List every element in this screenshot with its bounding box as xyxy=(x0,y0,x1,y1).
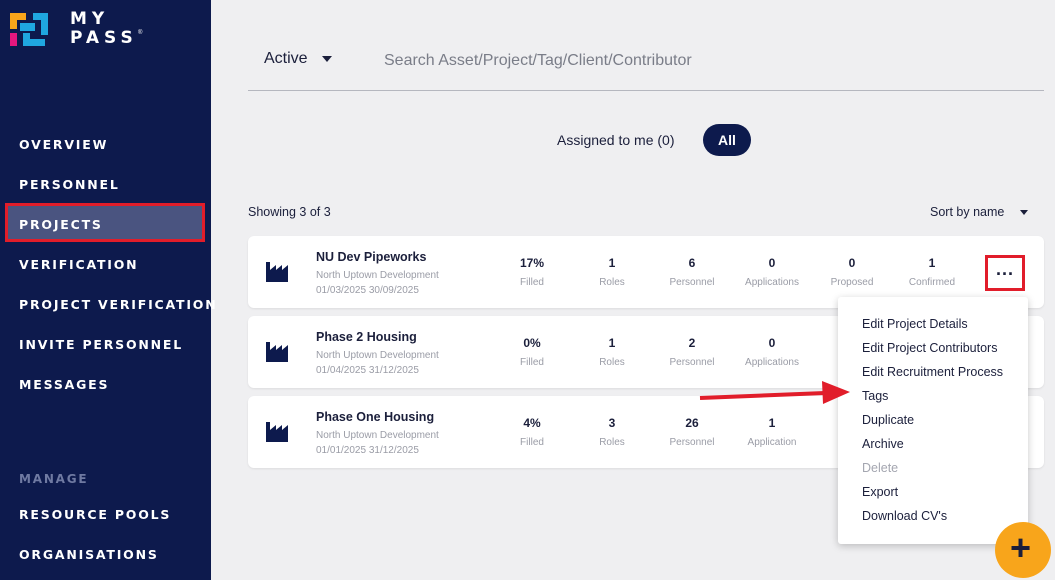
search-input[interactable] xyxy=(384,46,1024,76)
add-project-fab[interactable]: + xyxy=(995,522,1051,578)
project-name: Phase One Housing xyxy=(316,410,435,424)
all-toggle-button[interactable]: All xyxy=(703,124,751,156)
menu-item-edit-recruitment-process[interactable]: Edit Recruitment Process xyxy=(862,365,1003,379)
sidebar-item-invite-personnel[interactable]: INVITE PERSONNEL xyxy=(19,337,183,352)
stat-applications: 0 Applications xyxy=(745,256,799,288)
ellipsis-icon: ... xyxy=(995,259,1014,279)
project-name: NU Dev Pipeworks xyxy=(316,250,427,264)
sidebar-item-resource-pools[interactable]: RESOURCE POOLS xyxy=(19,507,171,522)
registered-mark: ® xyxy=(138,30,143,36)
menu-item-archive[interactable]: Archive xyxy=(862,437,904,451)
project-dates: 01/04/2025 31/12/2025 xyxy=(316,365,419,376)
project-dates: 01/03/2025 30/09/2025 xyxy=(316,285,419,296)
sidebar-item-organisations[interactable]: ORGANISATIONS xyxy=(19,547,159,562)
menu-item-tags[interactable]: Tags xyxy=(862,389,888,403)
stat-filled: 0% Filled xyxy=(520,336,544,368)
sort-select[interactable]: Sort by name xyxy=(930,205,1029,219)
stat-filled: 4% Filled xyxy=(520,416,544,448)
menu-item-duplicate[interactable]: Duplicate xyxy=(862,413,914,427)
search-underline xyxy=(248,90,1044,91)
sidebar-item-messages[interactable]: MESSAGES xyxy=(19,377,109,392)
stat-roles: 3 Roles xyxy=(599,416,625,448)
project-client: North Uptown Development xyxy=(316,430,439,441)
more-options-button[interactable]: ... xyxy=(985,255,1025,291)
menu-item-download-cvs[interactable]: Download CV's xyxy=(862,509,947,523)
menu-item-export[interactable]: Export xyxy=(862,485,898,499)
project-dates: 01/01/2025 31/12/2025 xyxy=(316,445,419,456)
stat-personnel: 2 Personnel xyxy=(669,336,715,368)
assigned-to-me-toggle[interactable]: Assigned to me (0) xyxy=(557,132,675,148)
chevron-down-icon xyxy=(1020,209,1029,215)
stat-proposed: 0 Proposed xyxy=(830,256,874,288)
logo-text: MY PASS xyxy=(70,9,138,48)
stat-personnel: 6 Personnel xyxy=(669,256,715,288)
sidebar-item-projects[interactable]: PROJECTS xyxy=(19,217,103,232)
sidebar-item-personnel[interactable]: PERSONNEL xyxy=(19,177,120,192)
plus-icon: + xyxy=(1010,527,1032,568)
project-actions-menu: Edit Project Details Edit Project Contri… xyxy=(838,297,1028,544)
project-client: North Uptown Development xyxy=(316,350,439,361)
project-client: North Uptown Development xyxy=(316,270,439,281)
sidebar-item-overview[interactable]: OVERVIEW xyxy=(19,137,108,152)
status-filter-select[interactable]: Active xyxy=(264,50,332,68)
sidebar-item-verification[interactable]: VERIFICATION xyxy=(19,257,138,272)
chevron-down-icon xyxy=(321,56,332,62)
stat-applications: 1 Application xyxy=(747,416,797,448)
factory-icon xyxy=(266,422,288,442)
stat-roles: 1 Roles xyxy=(599,336,625,368)
project-name: Phase 2 Housing xyxy=(316,330,417,344)
sidebar: MY PASS ® OVERVIEW PERSONNEL PROJECTS VE… xyxy=(0,0,216,580)
stat-personnel: 26 Personnel xyxy=(669,416,715,448)
factory-icon xyxy=(266,262,288,282)
mypass-logo-icon[interactable] xyxy=(10,10,50,50)
stat-confirmed: 1 Confirmed xyxy=(908,256,956,288)
sidebar-item-project-verification[interactable]: PROJECT VERIFICATION xyxy=(19,297,217,312)
stat-applications: 0 Applications xyxy=(745,336,799,368)
menu-item-edit-project-contributors[interactable]: Edit Project Contributors xyxy=(862,341,997,355)
status-filter-value: Active xyxy=(264,50,308,67)
stat-roles: 1 Roles xyxy=(599,256,625,288)
menu-item-delete: Delete xyxy=(862,461,899,475)
stat-filled: 17% Filled xyxy=(519,256,545,288)
sort-label: Sort by name xyxy=(930,205,1005,219)
manage-section-label: MANAGE xyxy=(19,472,89,486)
factory-icon xyxy=(266,342,288,362)
results-count: Showing 3 of 3 xyxy=(248,205,331,219)
menu-item-edit-project-details[interactable]: Edit Project Details xyxy=(862,317,968,331)
